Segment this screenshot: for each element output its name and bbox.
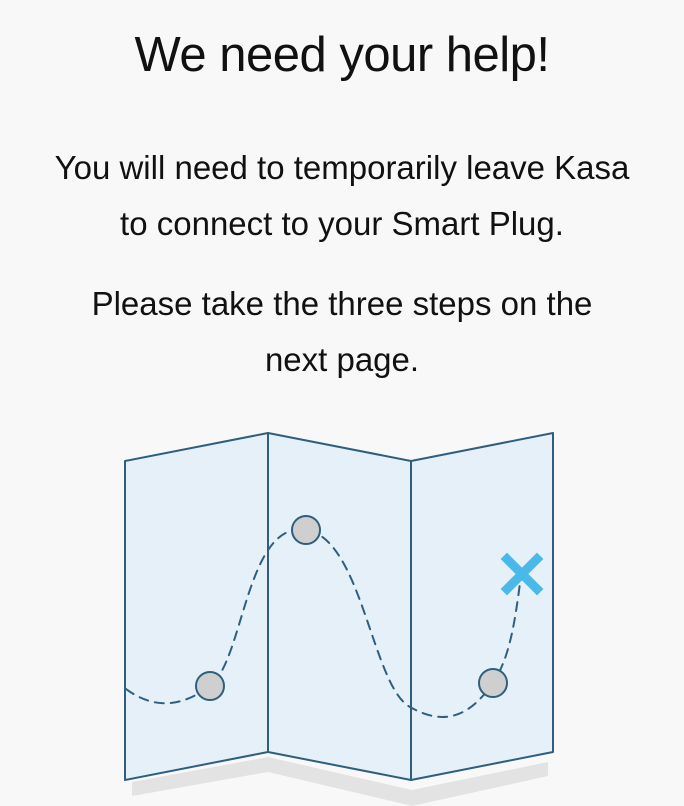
leave-app-message-line-1: You will need to temporarily leave Kasa xyxy=(54,149,630,186)
steps-instruction-line-2: next page. xyxy=(264,341,420,378)
leave-app-message-line-2: to connect to your Smart Plug. xyxy=(120,205,564,242)
leave-app-message: You will need to temporarily leave Kasa … xyxy=(0,140,684,252)
steps-instruction-line-1: Please take the three steps on the xyxy=(91,285,593,322)
map-panel-left xyxy=(124,432,269,781)
map-waypoint-3 xyxy=(478,668,508,698)
steps-instruction: Please take the three steps on the next … xyxy=(0,276,684,388)
map-panel-middle xyxy=(267,432,412,781)
map-waypoint-2 xyxy=(291,515,321,545)
page-title: We need your help! xyxy=(134,28,550,82)
folded-map-with-route-icon xyxy=(124,432,554,806)
map-waypoint-1 xyxy=(195,671,225,701)
map-panel-right xyxy=(410,432,554,781)
